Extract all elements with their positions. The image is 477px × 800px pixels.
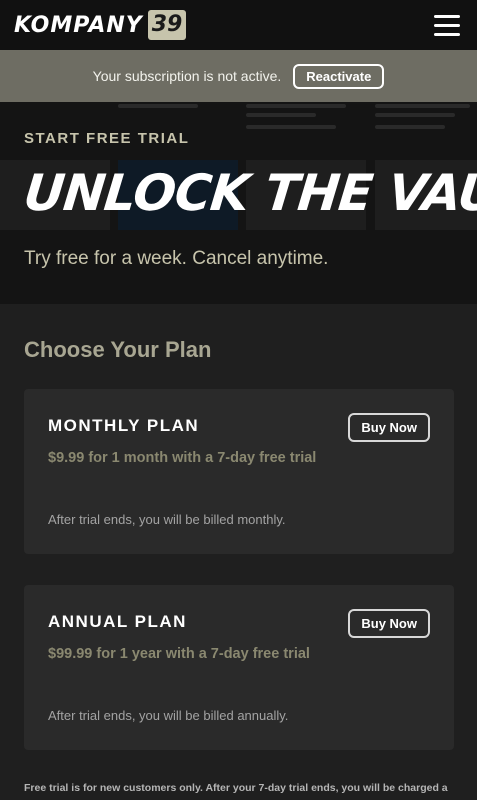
brand-logo[interactable]: KOMPANY 39	[14, 10, 187, 40]
top-bar: KOMPANY 39	[0, 0, 477, 50]
hero-subtitle: Try free for a week. Cancel anytime.	[24, 248, 329, 269]
logo-badge: 39	[147, 10, 187, 40]
subscription-notice-bar: Your subscription is not active. Reactiv…	[0, 50, 477, 102]
menu-line	[434, 15, 460, 18]
subscription-status-text: Your subscription is not active.	[92, 68, 282, 84]
plan-price: $9.99 for 1 month with a 7-day free tria…	[48, 450, 317, 466]
monthly-plan-card: MONTHLY PLAN $9.99 for 1 month with a 7-…	[24, 389, 454, 554]
plan-price: $99.99 for 1 year with a 7-day free tria…	[48, 646, 310, 662]
menu-line	[434, 33, 460, 36]
hamburger-menu-icon[interactable]	[434, 15, 460, 36]
trial-terms-footnote: Free trial is for new customers only. Af…	[24, 782, 448, 794]
plan-name: ANNUAL PLAN	[48, 612, 187, 631]
plan-name: MONTHLY PLAN	[48, 416, 200, 435]
hero-eyebrow: START FREE TRIAL	[24, 130, 190, 147]
plan-billing-note: After trial ends, you will be billed ann…	[48, 708, 289, 723]
logo-wordmark: KOMPANY	[14, 12, 143, 38]
plan-billing-note: After trial ends, you will be billed mon…	[48, 512, 286, 527]
choose-plan-heading: Choose Your Plan	[24, 337, 212, 362]
buy-now-annual-button[interactable]: Buy Now	[348, 609, 430, 638]
hero-banner: START FREE TRIAL UNLOCK THE VAULT Try fr…	[0, 102, 477, 304]
buy-now-monthly-button[interactable]: Buy Now	[348, 413, 430, 442]
hero-title: UNLOCK THE VAULT	[20, 164, 477, 222]
menu-line	[434, 24, 460, 27]
annual-plan-card: ANNUAL PLAN $99.99 for 1 year with a 7-d…	[24, 585, 454, 750]
reactivate-button[interactable]: Reactivate	[293, 63, 385, 89]
